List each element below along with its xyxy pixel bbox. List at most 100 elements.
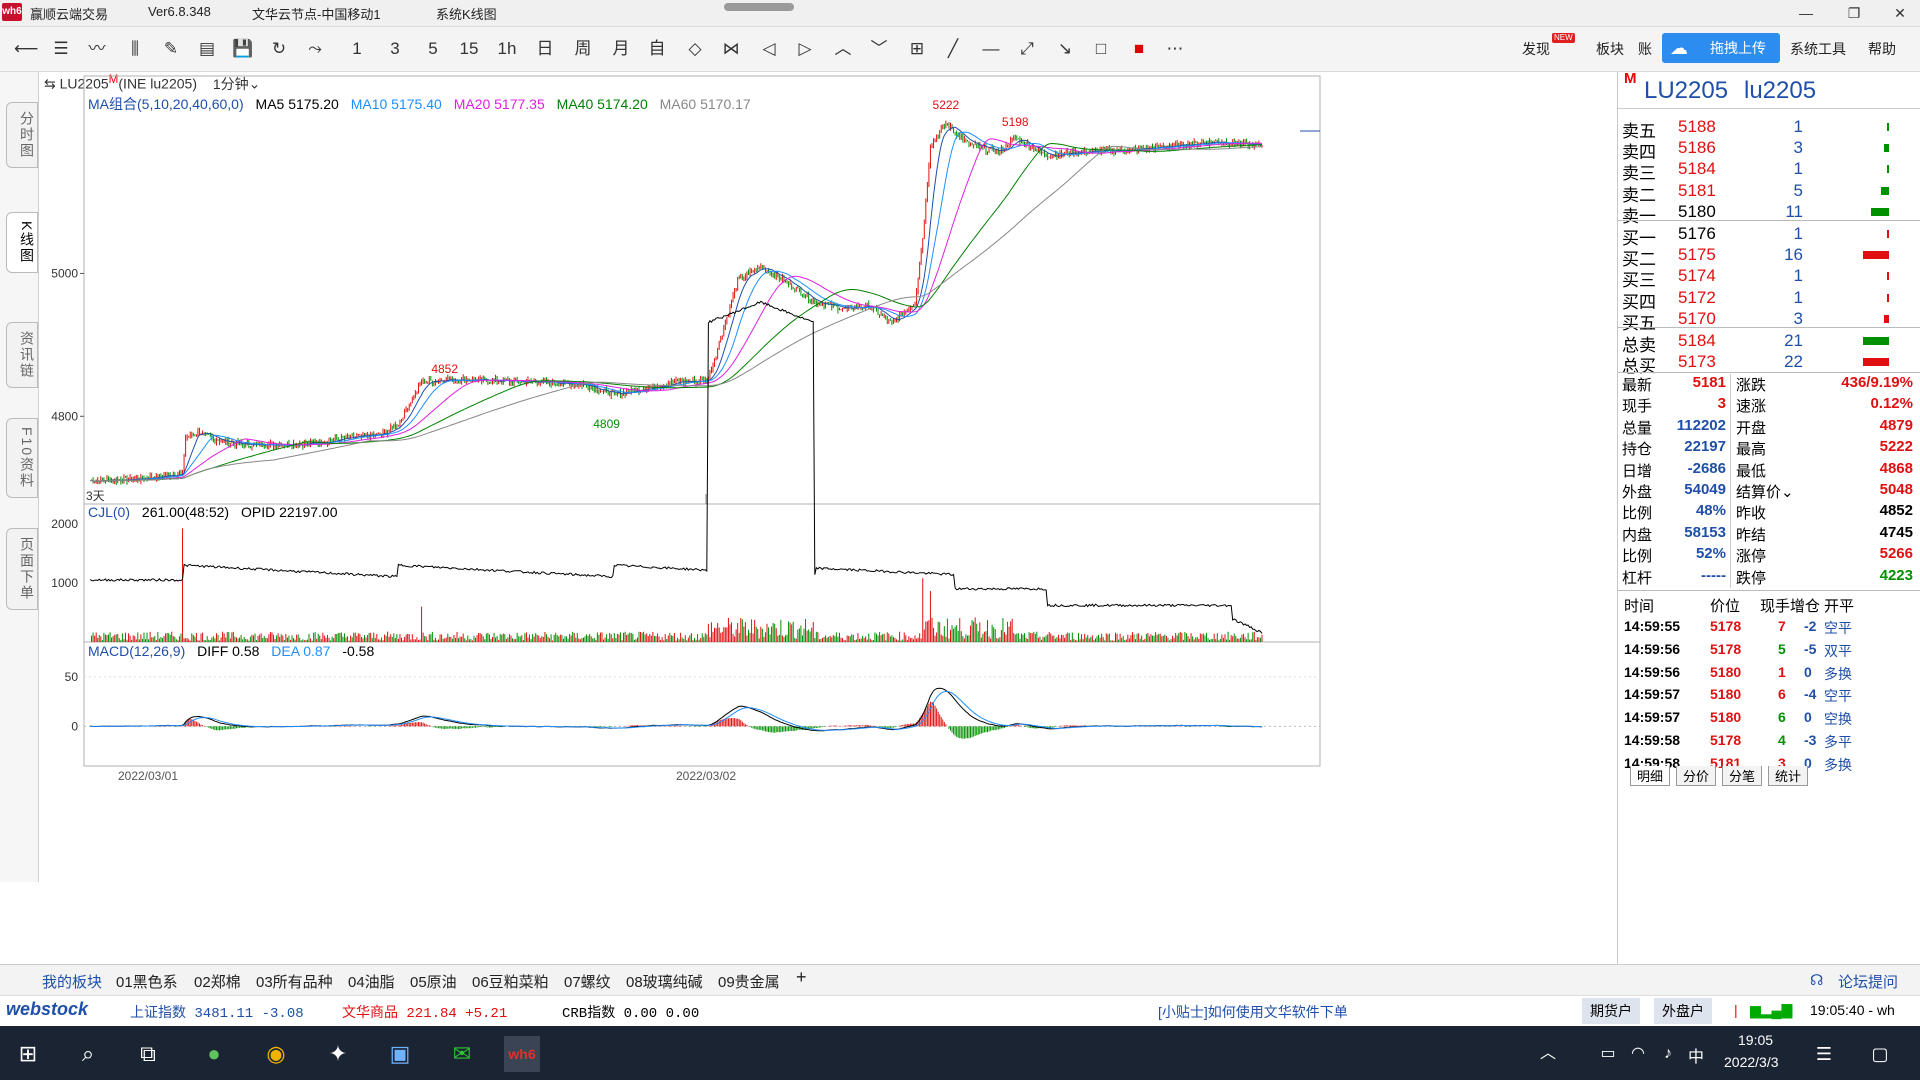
- more-icon[interactable]: ⋯: [1164, 37, 1186, 61]
- futures-account-button[interactable]: 期货户: [1582, 998, 1640, 1024]
- tick-tab[interactable]: 分价: [1676, 766, 1717, 786]
- board-tab-8[interactable]: 08玻璃纯碱: [626, 971, 703, 992]
- tab-kline[interactable]: K线图: [6, 212, 38, 274]
- period-day[interactable]: 日: [534, 37, 556, 61]
- server-node[interactable]: 文华云节点-中国移动1: [252, 4, 381, 23]
- help-menu[interactable]: 帮助: [1868, 39, 1896, 59]
- book-price[interactable]: 5175: [1678, 245, 1716, 265]
- notification-icon[interactable]: ☰: [1806, 1036, 1842, 1072]
- app-icon-3[interactable]: ✦: [320, 1036, 356, 1072]
- period-month[interactable]: 月: [610, 37, 632, 61]
- book-price[interactable]: 5180: [1678, 202, 1716, 222]
- book-price[interactable]: 5173: [1678, 352, 1716, 372]
- color-icon[interactable]: ■: [1128, 37, 1150, 61]
- wh6-taskbar-icon[interactable]: wh6: [504, 1036, 540, 1072]
- rect-icon[interactable]: □: [1090, 37, 1112, 61]
- book-price[interactable]: 5184: [1678, 159, 1716, 179]
- period-5[interactable]: 5: [422, 37, 444, 61]
- kline-icon[interactable]: ⫼: [124, 37, 146, 61]
- wechat-icon[interactable]: ✉: [444, 1036, 480, 1072]
- indicator-icon[interactable]: ⤳: [304, 37, 326, 61]
- hline-icon[interactable]: —: [980, 37, 1002, 61]
- tip-link[interactable]: [小贴士]如何使用文华软件下单: [1158, 1002, 1348, 1022]
- board-tab-1[interactable]: 01黑色系: [116, 971, 178, 992]
- drag-handle[interactable]: [724, 3, 794, 11]
- book-price[interactable]: 5184: [1678, 331, 1716, 351]
- trendline-icon[interactable]: ╱: [942, 37, 964, 61]
- period-week[interactable]: 周: [572, 37, 594, 61]
- discover-menu[interactable]: 发现: [1522, 39, 1550, 59]
- chart-canvas[interactable]: 5000 4800 5222 5198 4852 4809 3天 2000 1000 50 0 202…: [38, 72, 1616, 964]
- tab-f10[interactable]: F10资料: [6, 418, 38, 499]
- windows-start-icon[interactable]: ⊞: [10, 1036, 46, 1072]
- layout-icon[interactable]: ⊞: [906, 37, 928, 61]
- tab-news[interactable]: 资讯链: [6, 322, 38, 388]
- restore-icon[interactable]: ❐: [1834, 2, 1874, 24]
- right-icon[interactable]: ▷: [794, 37, 816, 61]
- board-tab-7[interactable]: 07螺纹: [564, 971, 611, 992]
- kline-chart[interactable]: ⇆ LU2205M(INE lu2205) 1分钟⌄ MA组合(5,10,20,…: [38, 72, 1616, 964]
- index-wenhua[interactable]: 文华商品 221.84 +5.21: [342, 1002, 507, 1022]
- left-icon[interactable]: ◁: [758, 37, 780, 61]
- board-tab-9[interactable]: 09贵金属: [718, 971, 780, 992]
- forum-link[interactable]: 论坛提问: [1838, 971, 1898, 992]
- book-price[interactable]: 5174: [1678, 266, 1716, 286]
- list-icon[interactable]: ☰: [50, 37, 72, 61]
- line-chart-icon[interactable]: 〰: [86, 37, 108, 61]
- account-menu[interactable]: 账: [1638, 39, 1652, 59]
- volume-icon[interactable]: ♪: [1650, 1036, 1686, 1072]
- board-tab-5[interactable]: 05原油: [410, 971, 457, 992]
- period-1h[interactable]: 1h: [496, 37, 518, 61]
- book-price[interactable]: 5170: [1678, 309, 1716, 329]
- report-icon[interactable]: ▤: [196, 37, 218, 61]
- zoom-in-icon[interactable]: ◇: [684, 37, 706, 61]
- board-tab-6[interactable]: 06豆粕菜粕: [472, 971, 549, 992]
- clock-date[interactable]: 2022/3/3: [1724, 1054, 1779, 1070]
- segment-icon[interactable]: ⤢: [1016, 37, 1038, 61]
- action-center-icon[interactable]: ▢: [1862, 1036, 1898, 1072]
- chrome-icon[interactable]: ◉: [258, 1036, 294, 1072]
- board-tab-4[interactable]: 04油脂: [348, 971, 395, 992]
- period-15[interactable]: 15: [458, 37, 480, 61]
- foreign-account-button[interactable]: 外盘户: [1654, 998, 1712, 1024]
- draw-icon[interactable]: ✎: [160, 37, 182, 61]
- book-price[interactable]: 5172: [1678, 288, 1716, 308]
- minimize-icon[interactable]: —: [1786, 2, 1826, 24]
- board-tab-2[interactable]: 02郑棉: [194, 971, 241, 992]
- upload-button[interactable]: ☁ 拖拽上传: [1662, 33, 1780, 63]
- tick-tab[interactable]: 分笔: [1722, 766, 1763, 786]
- zoom-out-icon[interactable]: ⋈: [720, 37, 742, 61]
- book-price[interactable]: 5176: [1678, 224, 1716, 244]
- refresh-icon[interactable]: ↻: [268, 37, 290, 61]
- index-shanghai[interactable]: 上证指数 3481.11 -3.08: [130, 1002, 304, 1022]
- app-icon-4[interactable]: ▣: [382, 1036, 418, 1072]
- system-tools-menu[interactable]: 系统工具: [1790, 39, 1846, 59]
- back-icon[interactable]: ⟵: [14, 37, 38, 61]
- down-icon[interactable]: ﹀: [868, 37, 890, 61]
- tab-timeshare[interactable]: 分时图: [6, 102, 38, 168]
- board-tab-mine[interactable]: 我的板块: [42, 971, 102, 992]
- period-1[interactable]: 1: [346, 37, 368, 61]
- board-tab-3[interactable]: 03所有品种: [256, 971, 333, 992]
- period-custom[interactable]: 自: [646, 37, 668, 61]
- sector-menu[interactable]: 板块: [1596, 39, 1624, 59]
- save-icon[interactable]: 💾: [232, 37, 254, 61]
- index-crb[interactable]: CRB指数 0.00 0.00: [562, 1002, 699, 1022]
- task-view-icon[interactable]: ⧉: [130, 1036, 166, 1072]
- book-price[interactable]: 5186: [1678, 138, 1716, 158]
- book-price[interactable]: 5188: [1678, 117, 1716, 137]
- search-icon[interactable]: ⌕: [70, 1036, 106, 1072]
- tick-tab[interactable]: 统计: [1768, 766, 1809, 786]
- tick-tab[interactable]: 明细: [1630, 766, 1671, 786]
- period-3[interactable]: 3: [384, 37, 406, 61]
- ime-indicator[interactable]: 中: [1688, 1043, 1704, 1067]
- ray-icon[interactable]: ↘: [1054, 37, 1076, 61]
- up-icon[interactable]: ︿: [832, 37, 854, 61]
- tab-order[interactable]: 页面下单: [6, 528, 38, 610]
- tray-arrow-icon[interactable]: ︿: [1530, 1036, 1566, 1072]
- add-board-button[interactable]: +: [796, 967, 807, 988]
- book-price[interactable]: 5181: [1678, 181, 1716, 201]
- app-icon-1[interactable]: ●: [196, 1036, 232, 1072]
- close-icon[interactable]: ✕: [1880, 2, 1920, 24]
- clock-time[interactable]: 19:05: [1738, 1032, 1773, 1048]
